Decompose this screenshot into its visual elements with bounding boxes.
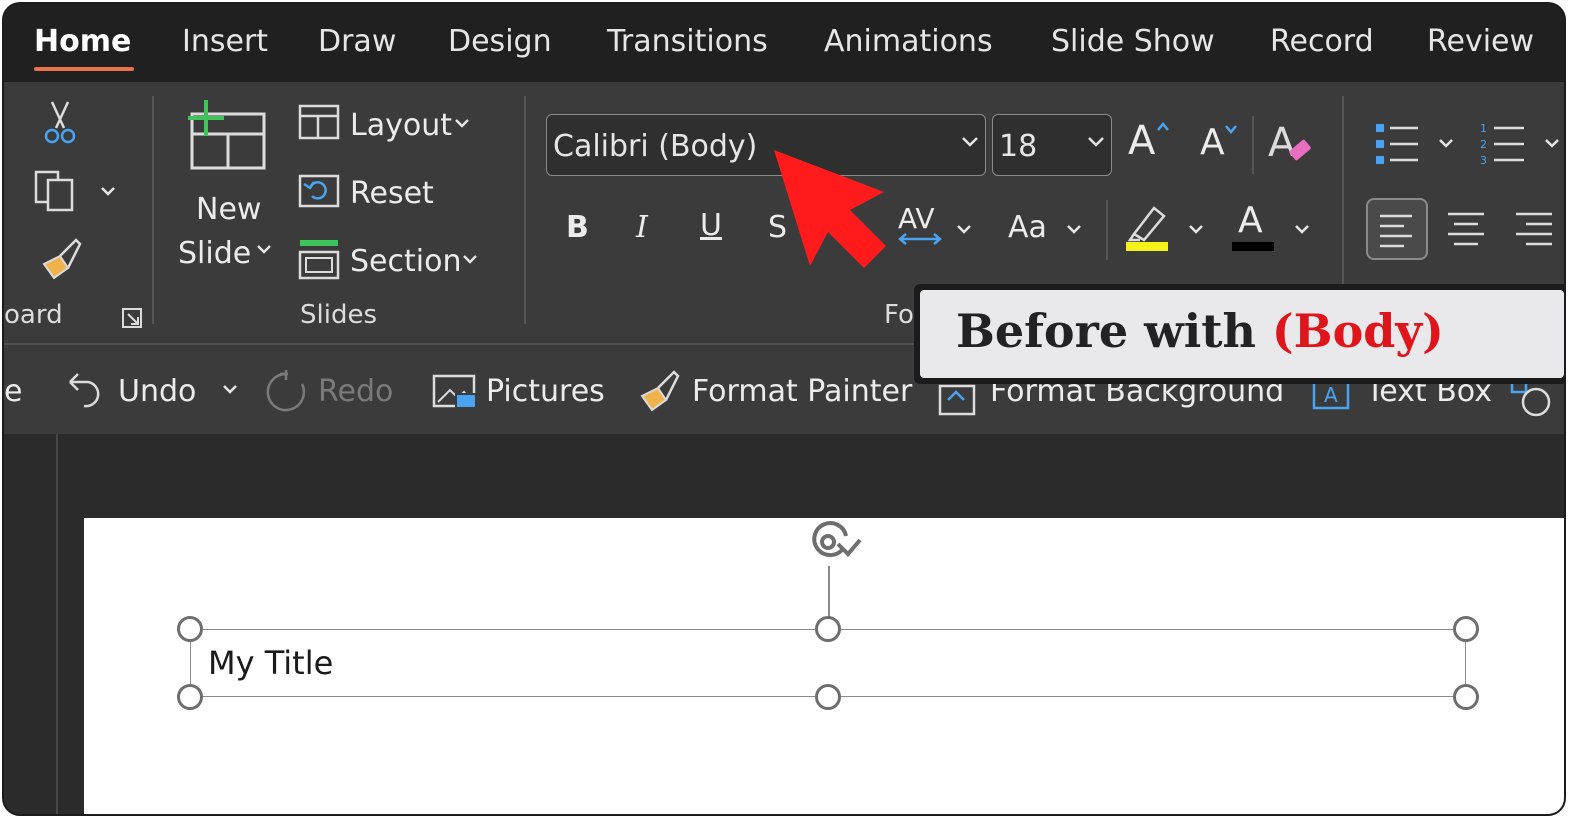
tab-review[interactable]: Review bbox=[1427, 24, 1534, 59]
tab-design[interactable]: Design bbox=[448, 24, 552, 59]
resize-handle-top-left[interactable] bbox=[177, 616, 203, 642]
resize-handle-bottom-right[interactable] bbox=[1453, 684, 1479, 710]
callout-accent: (Body) bbox=[1271, 304, 1444, 358]
resize-handle-top[interactable] bbox=[815, 616, 841, 642]
undo-button[interactable]: Undo bbox=[118, 374, 196, 409]
tab-record[interactable]: Record bbox=[1270, 24, 1374, 59]
pictures-button[interactable]: Pictures bbox=[486, 374, 605, 409]
align-left-button[interactable] bbox=[1366, 198, 1428, 260]
chevron-down-icon[interactable] bbox=[1294, 224, 1310, 236]
callout-text: Before with (Body) bbox=[956, 304, 1444, 358]
svg-text:1: 1 bbox=[1480, 122, 1487, 135]
active-tab-indicator bbox=[34, 67, 134, 71]
svg-text:2: 2 bbox=[1480, 138, 1487, 151]
format-painter-icon[interactable] bbox=[638, 368, 684, 414]
tab-home[interactable]: Home bbox=[34, 24, 131, 59]
underline-button[interactable]: U bbox=[700, 208, 722, 243]
numbering-icon[interactable]: 1 2 3 bbox=[1480, 120, 1526, 167]
tab-animations[interactable]: Animations bbox=[824, 24, 993, 59]
cut-icon[interactable] bbox=[40, 101, 80, 146]
section-icon[interactable] bbox=[298, 238, 340, 280]
resize-handle-top-right[interactable] bbox=[1453, 616, 1479, 642]
font-color-button[interactable]: A bbox=[1238, 200, 1263, 241]
group-divider bbox=[152, 96, 154, 324]
ribbon-tab-bar: Home Insert Draw Design Transitions Anim… bbox=[4, 4, 1564, 82]
chevron-down-icon[interactable] bbox=[1438, 138, 1454, 150]
annotation-arrow-icon bbox=[774, 150, 886, 268]
undo-icon[interactable] bbox=[66, 370, 106, 410]
layout-icon[interactable] bbox=[298, 104, 340, 140]
group-divider bbox=[1252, 116, 1254, 174]
chevron-down-icon[interactable] bbox=[454, 118, 470, 130]
grow-font-button[interactable]: A bbox=[1128, 118, 1155, 164]
svg-text:A: A bbox=[1268, 120, 1296, 166]
section-button[interactable]: Section bbox=[350, 244, 461, 279]
chevron-down-icon[interactable] bbox=[1188, 224, 1204, 236]
chevron-down-icon[interactable] bbox=[256, 244, 272, 256]
caret-up-icon bbox=[1157, 122, 1169, 131]
chevron-down-icon bbox=[1088, 137, 1104, 147]
font-size-value: 18 bbox=[999, 129, 1038, 164]
format-background-icon[interactable] bbox=[938, 380, 978, 416]
caret-down-icon bbox=[1225, 125, 1237, 134]
app-window: Home Insert Draw Design Transitions Anim… bbox=[2, 2, 1566, 816]
chevron-down-icon[interactable] bbox=[462, 254, 478, 266]
thumbnail-pane-divider[interactable] bbox=[56, 434, 58, 814]
dialog-launcher-icon[interactable] bbox=[122, 308, 144, 330]
chevron-down-icon[interactable] bbox=[956, 224, 972, 236]
tab-draw[interactable]: Draw bbox=[318, 24, 396, 59]
font-color-bar bbox=[1232, 242, 1274, 251]
annotation-callout: Before with (Body) bbox=[914, 284, 1564, 384]
layout-button[interactable]: Layout bbox=[350, 108, 452, 143]
align-right-icon[interactable] bbox=[1512, 210, 1556, 250]
tab-slide-show[interactable]: Slide Show bbox=[1051, 24, 1215, 59]
new-slide-icon[interactable] bbox=[184, 100, 270, 172]
redo-icon[interactable] bbox=[264, 370, 308, 414]
align-left-icon bbox=[1380, 214, 1412, 248]
chevron-down-icon[interactable] bbox=[1066, 224, 1082, 236]
character-spacing-button[interactable]: AV bbox=[898, 202, 935, 235]
chevron-down-icon[interactable] bbox=[1544, 138, 1560, 150]
resize-handle-bottom-left[interactable] bbox=[177, 684, 203, 710]
reset-button[interactable]: Reset bbox=[350, 176, 434, 211]
reset-icon[interactable] bbox=[298, 170, 340, 208]
change-case-button[interactable]: Aa bbox=[1008, 210, 1047, 245]
spacing-arrows-icon bbox=[898, 233, 942, 245]
group-divider bbox=[1342, 96, 1344, 286]
new-slide-label-line2[interactable]: Slide bbox=[178, 236, 251, 271]
bullets-icon[interactable] bbox=[1374, 122, 1420, 166]
tab-transitions[interactable]: Transitions bbox=[607, 24, 768, 59]
group-divider bbox=[1106, 200, 1108, 260]
redo-button[interactable]: Redo bbox=[318, 374, 393, 409]
font-size-dropdown[interactable]: 18 bbox=[992, 114, 1112, 176]
format-painter-icon[interactable] bbox=[40, 238, 84, 282]
align-center-icon[interactable] bbox=[1444, 210, 1488, 250]
chevron-down-icon[interactable] bbox=[222, 384, 238, 396]
resize-handle-bottom[interactable] bbox=[815, 684, 841, 710]
italic-button[interactable]: I bbox=[636, 210, 648, 245]
slides-group-label: Slides bbox=[300, 300, 377, 330]
font-name-value: Calibri (Body) bbox=[553, 129, 758, 164]
callout-prefix: Before with bbox=[956, 304, 1272, 358]
chevron-down-icon[interactable] bbox=[100, 186, 116, 198]
clipboard-group-label: oard bbox=[4, 300, 63, 330]
copy-icon[interactable] bbox=[34, 168, 84, 214]
highlighter-icon[interactable] bbox=[1124, 204, 1170, 252]
chevron-down-icon bbox=[962, 137, 978, 147]
rotate-handle-icon[interactable] bbox=[800, 518, 872, 570]
font-group-label: Fo bbox=[884, 300, 914, 330]
svg-text:A: A bbox=[1324, 383, 1338, 407]
shrink-font-button[interactable]: A bbox=[1200, 122, 1225, 163]
svg-text:3: 3 bbox=[1480, 154, 1487, 167]
bold-button[interactable]: B bbox=[566, 210, 589, 245]
group-divider bbox=[524, 96, 526, 324]
clear-formatting-icon[interactable]: A bbox=[1268, 120, 1316, 168]
qat-partial-label[interactable]: e bbox=[4, 374, 22, 409]
tab-insert[interactable]: Insert bbox=[182, 24, 268, 59]
pictures-icon[interactable] bbox=[432, 372, 478, 412]
format-painter-button[interactable]: Format Painter bbox=[692, 374, 912, 409]
new-slide-label-line1[interactable]: New bbox=[196, 192, 261, 227]
slide-title-text[interactable]: My Title bbox=[208, 644, 333, 682]
